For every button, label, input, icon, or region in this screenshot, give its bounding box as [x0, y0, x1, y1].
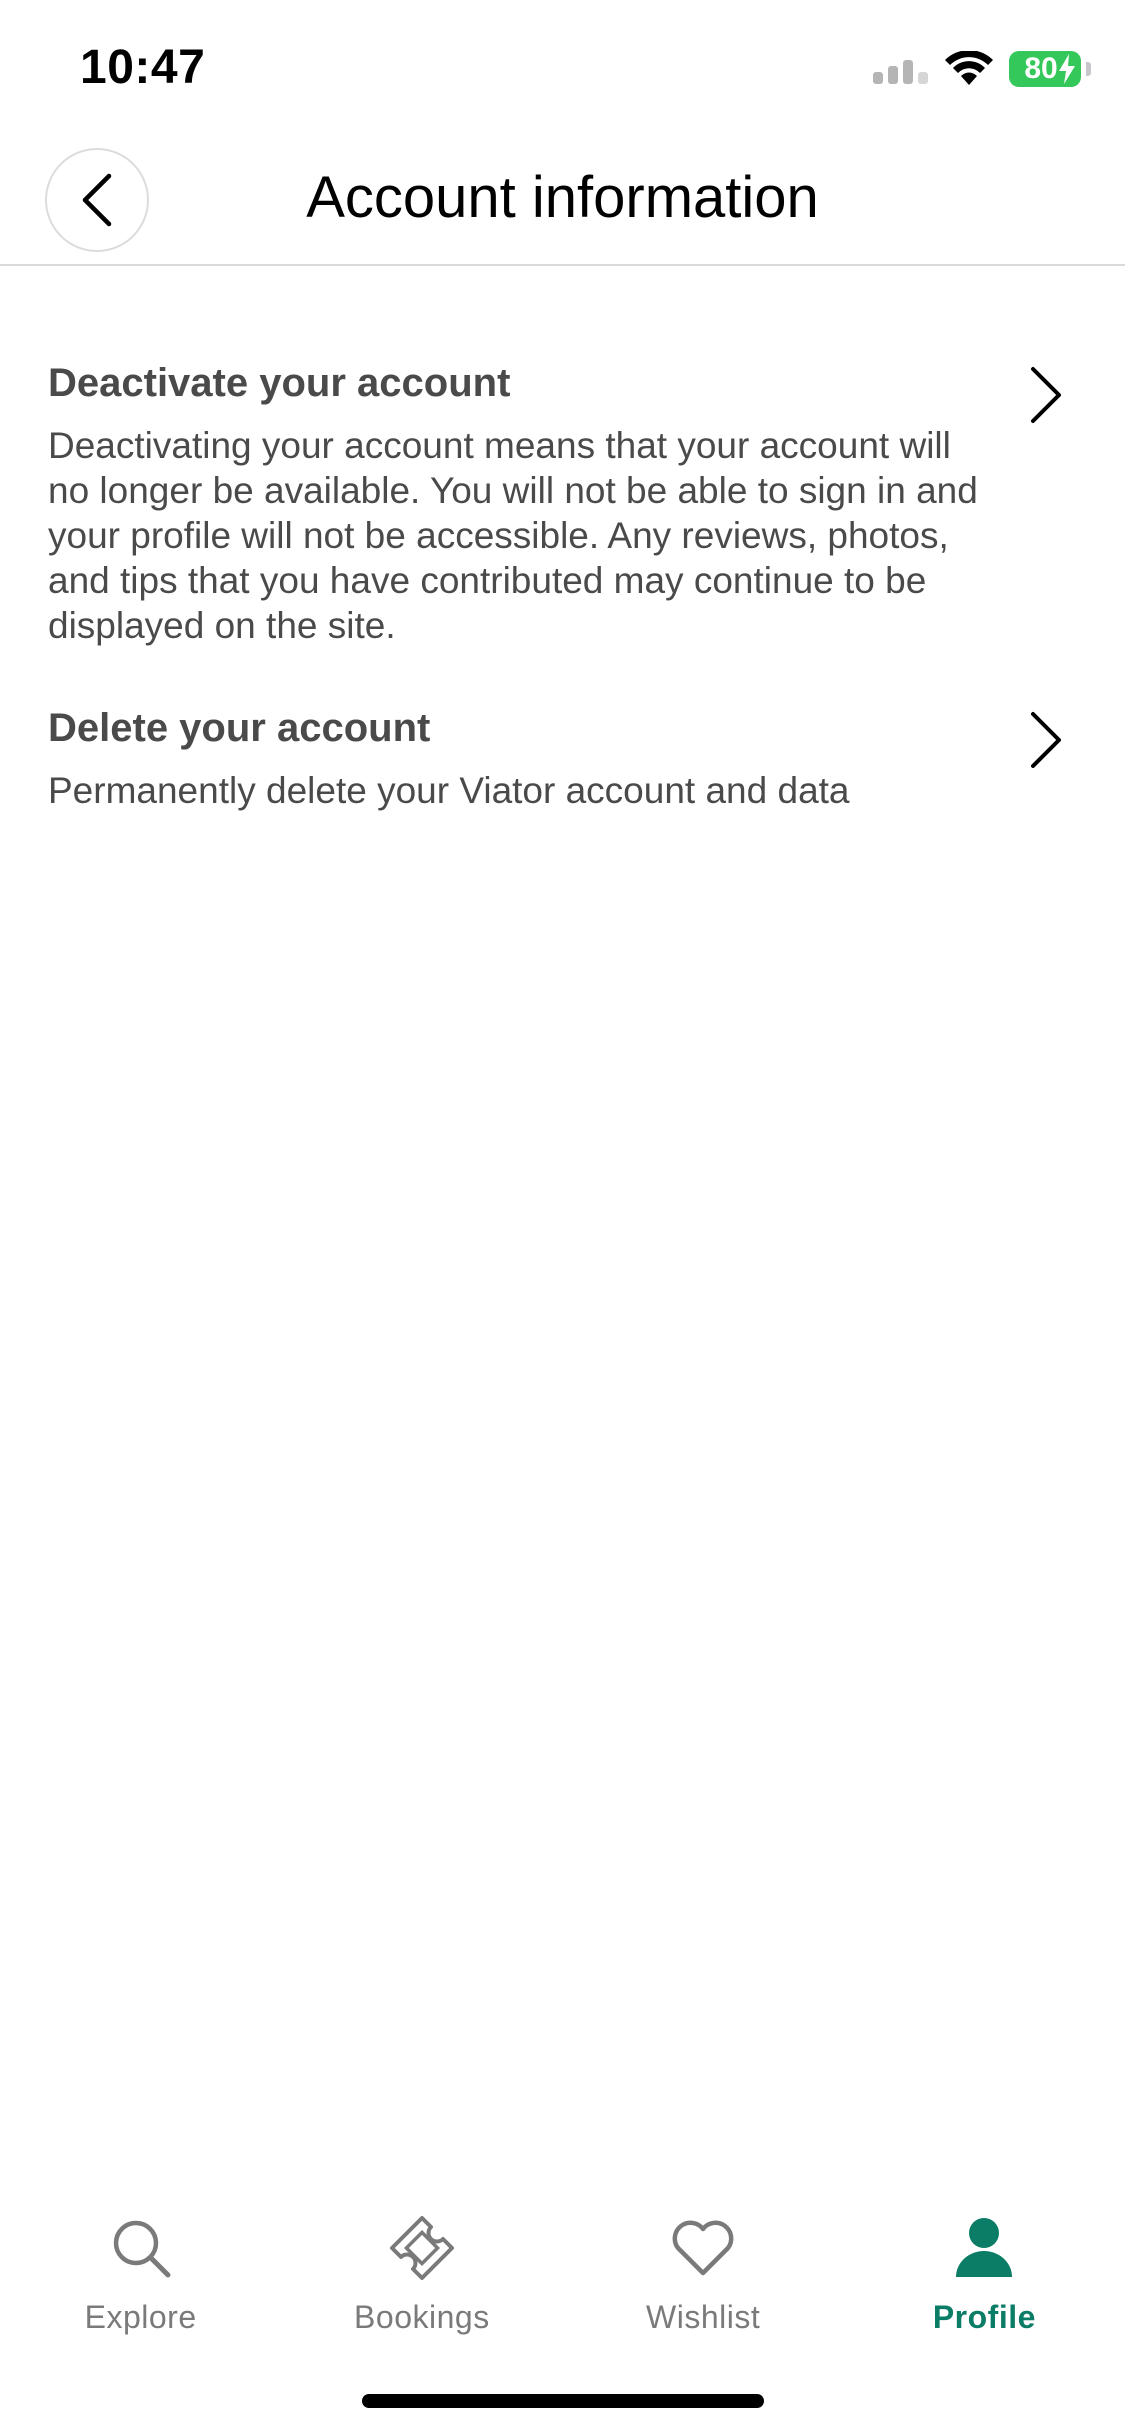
tab-profile[interactable]: Profile [844, 2200, 1125, 2350]
tab-wishlist[interactable]: Wishlist [563, 2200, 844, 2350]
header: Account information [0, 140, 1125, 266]
tab-label: Profile [932, 2299, 1036, 2335]
battery-level: 80 [1024, 52, 1058, 85]
item-description: Deactivating your account means that you… [48, 425, 978, 646]
status-time: 10:47 [80, 41, 206, 94]
wifi-icon [945, 51, 993, 85]
status-bar: 10:47 80 [0, 0, 1125, 140]
battery-tip [1086, 62, 1091, 76]
item-description: Permanently delete your Viator account a… [48, 770, 850, 811]
item-title: Deactivate your account [48, 361, 511, 405]
bolt-icon [1059, 54, 1075, 84]
tab-label: Bookings [354, 2299, 490, 2335]
tab-bar: Explore Bookings Wishlist Profile [0, 2200, 1125, 2350]
battery-charging-icon: 80 [1009, 51, 1091, 87]
tab-explore[interactable]: Explore [0, 2200, 281, 2350]
person-icon [956, 2218, 1013, 2277]
tab-label: Wishlist [646, 2299, 761, 2335]
page-title: Account information [306, 165, 819, 230]
search-icon [113, 2220, 171, 2278]
delete-account-item[interactable]: Delete your account Permanently delete y… [0, 700, 1125, 813]
heart-icon [672, 2220, 734, 2276]
tab-bookings[interactable]: Bookings [281, 2200, 562, 2350]
tab-label: Explore [84, 2299, 197, 2335]
signal-icon [873, 60, 928, 84]
deactivate-account-item[interactable]: Deactivate your account Deactivating you… [0, 355, 1125, 648]
home-indicator [362, 2394, 764, 2408]
status-icons: 80 [873, 48, 1091, 90]
account-options-list: Deactivate your account Deactivating you… [0, 355, 1125, 865]
chevron-right-icon [1031, 367, 1061, 423]
ticket-icon [389, 2216, 454, 2280]
item-title: Delete your account [48, 706, 431, 750]
chevron-right-icon [1031, 712, 1061, 768]
